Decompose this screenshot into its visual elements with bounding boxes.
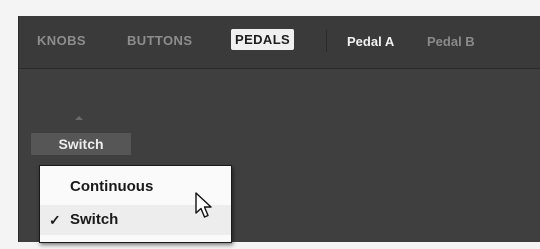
tab-divider [326,30,327,52]
up-arrow-icon [75,116,83,120]
pedal-settings-panel: KNOBS BUTTONS PEDALS Pedal A Pedal B Swi… [18,16,540,243]
subtab-pedal-b[interactable]: Pedal B [427,34,475,49]
menu-item-label: Continuous [70,178,154,195]
pedal-mode-selector[interactable]: Switch [31,133,131,155]
pedal-mode-dropdown-menu: Continuous ✓ Switch [39,165,232,243]
tab-knobs[interactable]: KNOBS [37,33,86,48]
checkmark-icon: ✓ [49,212,61,228]
menu-item-label: Switch [70,211,119,228]
subtab-pedal-a[interactable]: Pedal A [347,34,394,49]
mouse-pointer-icon [195,192,212,218]
tab-pedals[interactable]: PEDALS [231,29,295,50]
tab-bar: KNOBS BUTTONS PEDALS Pedal A Pedal B [19,16,540,69]
tab-buttons[interactable]: BUTTONS [127,33,192,48]
